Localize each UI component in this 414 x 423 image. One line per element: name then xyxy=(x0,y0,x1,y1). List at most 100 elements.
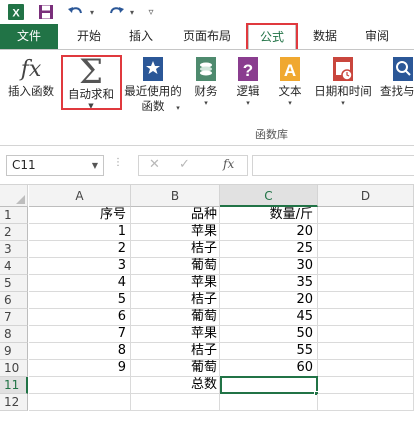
cell-b10[interactable]: 葡萄 xyxy=(131,360,220,377)
cell-a6[interactable]: 5 xyxy=(29,292,131,309)
column-header-a[interactable]: A xyxy=(29,185,131,207)
row-header-10[interactable]: 10 xyxy=(0,360,28,377)
cell-d3[interactable] xyxy=(318,241,414,258)
redo-icon[interactable] xyxy=(106,2,126,22)
cell-c7[interactable]: 45 xyxy=(220,309,318,326)
row-header-9[interactable]: 9 xyxy=(0,343,28,360)
cell-b9[interactable]: 桔子 xyxy=(131,343,220,360)
tab-data[interactable]: 数据 xyxy=(302,24,348,49)
formula-bar: C11 ▼ ⋮ ✕ ✓ fx xyxy=(0,146,414,184)
cell-c4[interactable]: 30 xyxy=(220,258,318,275)
row-header-7[interactable]: 7 xyxy=(0,309,28,326)
undo-icon[interactable] xyxy=(66,2,86,22)
tab-home[interactable]: 开始 xyxy=(66,24,112,49)
cell-c8[interactable]: 50 xyxy=(220,326,318,343)
cell-a5[interactable]: 4 xyxy=(29,275,131,292)
cell-b11[interactable]: 总数 xyxy=(131,377,220,394)
recently-used-dropdown-icon[interactable]: ▾ xyxy=(176,104,180,112)
recently-used-button[interactable]: 最近使用的 函数 ▾ xyxy=(122,54,184,113)
cell-d7[interactable] xyxy=(318,309,414,326)
cell-d8[interactable] xyxy=(318,326,414,343)
cell-a4[interactable]: 3 xyxy=(29,258,131,275)
insert-function-button[interactable]: fx 插入函数 xyxy=(4,54,58,99)
cell-b3[interactable]: 桔子 xyxy=(131,241,220,258)
cell-c3[interactable]: 25 xyxy=(220,241,318,258)
autosum-button[interactable]: Σ 自动求和 ▼ xyxy=(62,54,120,110)
cell-a8[interactable]: 7 xyxy=(29,326,131,343)
cell-a2[interactable]: 1 xyxy=(29,224,131,241)
cell-c5[interactable]: 35 xyxy=(220,275,318,292)
cell-d5[interactable] xyxy=(318,275,414,292)
cell-b12[interactable] xyxy=(131,394,220,411)
logical-dropdown-icon[interactable]: ▾ xyxy=(246,99,250,107)
cell-b8[interactable]: 苹果 xyxy=(131,326,220,343)
financial-button[interactable]: 财务 ▾ xyxy=(186,54,226,107)
cell-a1[interactable]: 序号 xyxy=(29,207,131,224)
row-header-6[interactable]: 6 xyxy=(0,292,28,309)
cell-d12[interactable] xyxy=(318,394,414,411)
cell-b7[interactable]: 葡萄 xyxy=(131,309,220,326)
formula-input[interactable] xyxy=(252,155,414,176)
cell-c12[interactable] xyxy=(220,394,318,411)
formula-bar-grip-icon[interactable]: ⋮ xyxy=(113,157,123,168)
row-header-11[interactable]: 11 xyxy=(0,377,28,394)
undo-dropdown-icon[interactable]: ▾ xyxy=(87,2,97,22)
row-header-2[interactable]: 2 xyxy=(0,224,28,241)
autosum-dropdown-icon[interactable]: ▼ xyxy=(88,102,93,110)
cancel-icon[interactable]: ✕ xyxy=(149,157,160,172)
select-all-corner[interactable] xyxy=(0,185,28,207)
column-header-d[interactable]: D xyxy=(318,185,414,207)
tab-review[interactable]: 审阅 xyxy=(354,24,400,49)
lookup-button[interactable]: 查找与 xyxy=(376,54,414,99)
cell-a12[interactable] xyxy=(29,394,131,411)
cell-a10[interactable]: 9 xyxy=(29,360,131,377)
column-header-c[interactable]: C xyxy=(220,185,318,207)
cell-b4[interactable]: 葡萄 xyxy=(131,258,220,275)
insert-function-icon[interactable]: fx xyxy=(223,157,234,171)
row-header-8[interactable]: 8 xyxy=(0,326,28,343)
tab-insert[interactable]: 插入 xyxy=(118,24,164,49)
save-icon[interactable] xyxy=(36,2,56,22)
tab-file[interactable]: 文件 xyxy=(0,24,58,49)
column-header-b[interactable]: B xyxy=(131,185,220,207)
tab-formulas[interactable]: 公式 xyxy=(248,24,296,50)
name-box-dropdown-icon[interactable]: ▼ xyxy=(92,156,98,175)
name-box[interactable]: C11 ▼ xyxy=(6,155,104,176)
cell-c6[interactable]: 20 xyxy=(220,292,318,309)
logical-button[interactable]: ? 逻辑 ▾ xyxy=(228,54,268,107)
financial-dropdown-icon[interactable]: ▾ xyxy=(204,99,208,107)
cell-d10[interactable] xyxy=(318,360,414,377)
cell-c9[interactable]: 55 xyxy=(220,343,318,360)
date-time-dropdown-icon[interactable]: ▾ xyxy=(341,99,345,107)
cell-b1[interactable]: 品种 xyxy=(131,207,220,224)
text-button[interactable]: A 文本 ▾ xyxy=(270,54,310,107)
cell-c1[interactable]: 数量/斤 xyxy=(220,207,318,224)
cell-d9[interactable] xyxy=(318,343,414,360)
cell-a7[interactable]: 6 xyxy=(29,309,131,326)
enter-icon[interactable]: ✓ xyxy=(179,157,190,172)
cell-d11[interactable] xyxy=(318,377,414,394)
redo-dropdown-icon[interactable]: ▾ xyxy=(127,2,137,22)
text-dropdown-icon[interactable]: ▾ xyxy=(288,99,292,107)
cell-d1[interactable] xyxy=(318,207,414,224)
cell-b5[interactable]: 苹果 xyxy=(131,275,220,292)
cell-a3[interactable]: 2 xyxy=(29,241,131,258)
cell-d4[interactable] xyxy=(318,258,414,275)
cell-c10[interactable]: 60 xyxy=(220,360,318,377)
cell-a11[interactable] xyxy=(29,377,131,394)
row-header-1[interactable]: 1 xyxy=(0,207,28,224)
cell-d2[interactable] xyxy=(318,224,414,241)
row-header-4[interactable]: 4 xyxy=(0,258,28,275)
date-time-button[interactable]: 日期和时间 ▾ xyxy=(312,54,374,107)
tab-page-layout[interactable]: 页面布局 xyxy=(172,24,242,49)
row-header-12[interactable]: 12 xyxy=(0,394,28,411)
row-header-3[interactable]: 3 xyxy=(0,241,28,258)
customize-toolbar-icon[interactable]: ▿ xyxy=(145,2,157,22)
cell-b6[interactable]: 桔子 xyxy=(131,292,220,309)
cell-d6[interactable] xyxy=(318,292,414,309)
row-header-5[interactable]: 5 xyxy=(0,275,28,292)
cell-c2[interactable]: 20 xyxy=(220,224,318,241)
cell-c11[interactable] xyxy=(220,376,318,394)
cell-a9[interactable]: 8 xyxy=(29,343,131,360)
cell-b2[interactable]: 苹果 xyxy=(131,224,220,241)
